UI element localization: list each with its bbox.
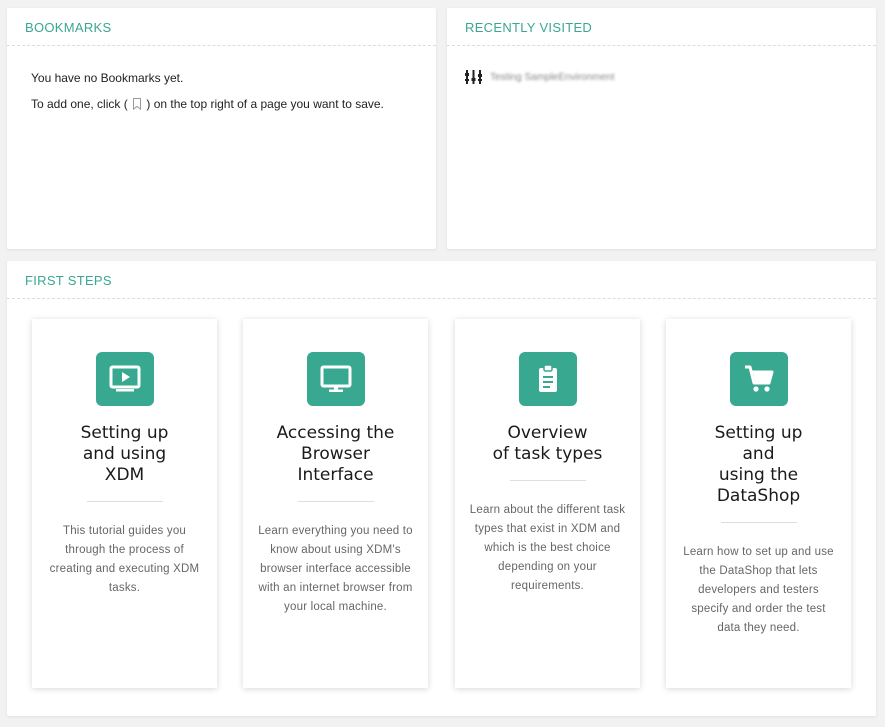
clipboard-icon	[538, 364, 557, 392]
card-divider	[720, 522, 797, 523]
monitor-icon	[320, 365, 351, 392]
first-steps-title: FIRST STEPS	[7, 261, 876, 299]
card-icon-box	[518, 352, 577, 406]
first-steps-card-xdm-setup[interactable]: Setting up and using XDM This tutorial g…	[32, 319, 217, 688]
card-description: Learn everything you need to know about …	[258, 525, 413, 613]
card-heading-line: Interface	[297, 465, 374, 485]
card-description: Learn about the different task types tha…	[469, 504, 626, 592]
first-steps-panel: FIRST STEPS Setting up and using XDM Thi…	[7, 261, 876, 716]
card-heading[interactable]: Overview of task types	[455, 423, 640, 465]
card-icon-box	[95, 352, 154, 406]
card-divider	[297, 501, 374, 502]
card-description: Learn how to set up and use the DataShop…	[683, 546, 834, 634]
bookmark-icon	[133, 98, 142, 110]
card-divider	[86, 501, 163, 502]
card-icon-box	[306, 352, 365, 406]
recently-visited-panel: RECENTLY VISITED Testing SampleEnvironme…	[447, 8, 876, 249]
bookmarks-body: You have no Bookmarks yet. To add one, c…	[7, 46, 436, 111]
first-steps-card-datashop[interactable]: Setting up and using the DataShop Learn …	[666, 319, 851, 688]
first-steps-card-browser-interface[interactable]: Accessing the Browser Interface Learn ev…	[243, 319, 428, 688]
card-heading-line: Overview	[507, 423, 588, 443]
card-heading-line: of task types	[492, 444, 603, 464]
card-heading-line: XDM	[104, 465, 145, 485]
card-heading-line: using the	[718, 465, 799, 485]
environment-icon	[465, 70, 482, 84]
recently-visited-title: RECENTLY VISITED	[447, 8, 876, 46]
card-heading[interactable]: Accessing the Browser Interface	[243, 423, 428, 486]
card-heading-line: DataShop	[716, 486, 801, 506]
shopping-cart-icon	[744, 365, 773, 392]
bookmarks-hint: To add one, click ( ) on the top right o…	[31, 97, 412, 111]
card-heading-line: Setting up	[714, 423, 803, 443]
card-heading[interactable]: Setting up and using XDM	[32, 423, 217, 486]
tutorial-video-icon	[109, 365, 140, 392]
card-description: This tutorial guides you through the pro…	[49, 525, 200, 594]
bookmarks-empty-message: You have no Bookmarks yet.	[31, 71, 184, 85]
bookmarks-panel: BOOKMARKS You have no Bookmarks yet. To …	[7, 8, 436, 249]
card-heading-line: Setting up	[80, 423, 169, 443]
card-heading-line: and using	[82, 444, 167, 464]
card-heading-line: Browser	[301, 444, 370, 464]
card-heading-line: and	[742, 444, 775, 464]
recently-visited-item-label[interactable]: Testing SampleEnvironment	[490, 72, 615, 83]
card-divider	[509, 480, 586, 481]
card-icon-box	[729, 352, 788, 406]
bookmarks-hint-suffix: ) on the top right of a page you want to…	[146, 97, 384, 111]
first-steps-card-task-types[interactable]: Overview of task types Learn about the d…	[455, 319, 640, 688]
bookmarks-hint-prefix: To add one, click (	[31, 97, 128, 111]
card-heading[interactable]: Setting up and using the DataShop	[666, 423, 851, 507]
recently-visited-item[interactable]: Testing SampleEnvironment	[447, 46, 876, 85]
card-heading-line: Accessing the	[276, 423, 395, 443]
bookmarks-title: BOOKMARKS	[7, 8, 436, 46]
